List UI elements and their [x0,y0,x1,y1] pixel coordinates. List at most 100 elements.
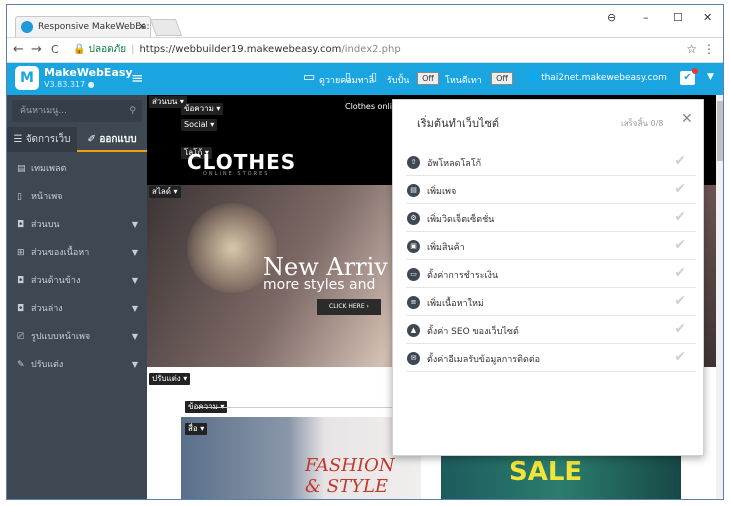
tab-bar: Responsive MakeWebEa: × ⊖ – ☐ ✕ [7,5,723,37]
url-host: https://webbuilder19.makewebeasy.com [139,44,342,55]
step-add-content[interactable]: ≡ เพิ่มเนื้อหาใหม่ ✔ [406,288,696,316]
chevron-down-icon: ▼ [131,360,138,369]
sidebar-item-customize[interactable]: ✎ ปรับแต่ง ▼ [7,351,147,379]
new-tab-button[interactable] [149,19,183,36]
sidebar-item-footer[interactable]: ◘ ส่วนล่าง ▼ [7,295,147,323]
seo-icon: ▲ [407,324,420,337]
hero-subtitle: more styles and [263,277,376,293]
sidebar-search-input[interactable]: ค้นหาเมนู... ⚲ [12,100,142,122]
tab-title: Responsive MakeWebEa: [38,22,150,32]
close-window-button[interactable]: ✕ [703,11,712,24]
checkmark-icon: ✔ [674,321,686,337]
step-seo-settings[interactable]: ▲ ตั้งค่า SEO ของเว็บไซต์ ✔ [406,316,696,344]
media-widget-chip[interactable]: สื่อ ▾ [185,423,208,435]
makewebeasy-logo-icon: M [15,66,39,90]
hero-cta-button[interactable]: CLICK HERE › [317,299,381,315]
maximize-button[interactable]: ☐ [673,11,683,24]
step-label: ตั้งค่าอีเมลรับข้อมูลการติดต่อ [427,355,541,365]
step-label: เพิ่มเพจ [427,187,457,197]
content-icon: ⊞ [17,248,25,258]
step-label: อัพโหลดโลโก้ [427,159,482,169]
bookmark-star-icon[interactable]: ☆ [686,42,697,56]
chevron-down-icon: ▼ [131,248,138,257]
page-scrollbar[interactable] [716,95,723,499]
sidebar-item-side[interactable]: ◘ ส่วนด้านข้าง ▼ [7,267,147,295]
scrollbar-thumb[interactable] [717,101,723,161]
text-widget-chip[interactable]: ข้อความ ▾ [181,103,224,115]
site-subtitle: ONLINE STORES [203,171,270,177]
getting-started-panel: เริ่มต้นทำเว็บไซต์ เสร็จสิ้น 0/8 ✕ ⇧ อัพโ… [392,99,704,456]
publish-label: รับปั้น [387,76,410,86]
secure-label: ปลอดภัย [88,44,127,55]
slide-section-chip[interactable]: สไลด์ ▾ [149,186,181,198]
tab-label: จัดการเว็บ [25,134,71,145]
notification-dot [692,68,698,74]
list-icon: ≡ [407,296,420,309]
domain-text: thai2net.makewebeasy.com [541,73,667,83]
checkmark-icon: ✔ [674,153,686,169]
checkmark-icon: ✔ [674,349,686,365]
reload-button[interactable]: C [51,43,59,57]
sidebar-item-page[interactable]: ▯ หน้าเพจ [7,183,147,211]
template-icon: ▤ [17,164,26,174]
tab-close-icon[interactable]: × [138,17,146,37]
favicon-icon [21,21,33,33]
browser-menu-icon[interactable]: ⋮ [703,42,715,56]
promo-fashion-line1: FASHION [305,455,395,476]
step-email-settings[interactable]: ✉ ตั้งค่าอีเมลรับข้อมูลการติดต่อ ✔ [406,344,696,372]
chevron-down-icon: ▼ [131,220,138,229]
progress-label: เสร็จสิ้น 0/8 [621,119,664,128]
step-upload-logo[interactable]: ⇧ อัพโหลดโลโก้ ✔ [406,148,696,176]
checkmark-icon: ✔ [674,293,686,309]
tab-label: ออกแบบ [99,134,137,145]
back-button[interactable]: ← [13,43,24,57]
payment-icon: ▭ [407,268,420,281]
step-label: ตั้งค่า SEO ของเว็บไซต์ [427,327,519,337]
mobile-icon[interactable]: ▯ [371,70,377,83]
promo-fashion-line2: & STYLE [305,476,389,497]
step-payment-settings[interactable]: ▭ ตั้งค่าการชำระเงิน ✔ [406,260,696,288]
sidebar-item-label: ส่วนล่าง [31,304,63,314]
theme-toggle[interactable]: Off [491,72,513,85]
checkmark-icon: ✔ [674,237,686,253]
layout-icon: ⎚ [17,332,25,342]
chevron-down-icon[interactable]: ▼ [707,72,714,82]
fashion-promo-image[interactable]: FASHION & STYLE [181,417,421,499]
theme-label: โหนดีเทา [445,76,482,86]
forward-button[interactable]: → [31,43,42,57]
search-icon: ⚲ [129,106,136,116]
promo-sale-text: SALE [509,457,583,487]
step-add-product[interactable]: ▣ เพิ่มสินค้า ✔ [406,232,696,260]
social-widget-chip[interactable]: Social ▾ [181,119,218,131]
minimize-button[interactable]: – [643,11,649,24]
step-add-widget[interactable]: ⚙ เพิ่มวิดเจ็ตเซ็ตชั่น ✔ [406,204,696,232]
tab-manage-site[interactable]: ☰ จัดการเว็บ [7,127,77,152]
sidebar-item-label: ส่วนของเนื้อหา [31,248,90,258]
sidebar-item-layout[interactable]: ⎚ รูปแบบหน้าเพจ ▼ [7,323,147,351]
publish-toggle[interactable]: Off [417,72,439,85]
url-path: /index2.php [341,44,401,55]
checklist-notification-icon[interactable]: ✔ [680,68,698,85]
brush-icon: ✐ [87,134,100,145]
tablet-icon[interactable]: ▯ [345,70,351,83]
customize-section-chip[interactable]: ปรับแต่ง ▾ [149,373,191,385]
step-add-page[interactable]: ▤ เพิ่มเพจ ✔ [406,176,696,204]
sidebar-item-header[interactable]: ◘ ส่วนบน ▼ [7,211,147,239]
list-icon: ☰ [13,134,26,145]
hamburger-menu-icon[interactable]: ≡ [131,69,144,87]
tab-design[interactable]: ✐ ออกแบบ [77,127,147,152]
step-label: เพิ่มสินค้า [427,243,465,253]
sidebar-item-template[interactable]: ▤ เทมเพลต [7,155,147,183]
close-icon[interactable]: ✕ [681,111,693,127]
browser-window: Responsive MakeWebEa: × ⊖ – ☐ ✕ ← → C 🔒 … [6,4,724,500]
domain-link[interactable]: 🌐 thai2net.makewebeasy.com [527,73,667,83]
checkmark-icon: ✔ [674,181,686,197]
browser-tab[interactable]: Responsive MakeWebEa: × [15,16,151,37]
brand-name: MakeWebEasy [44,66,133,79]
upload-icon: ⇧ [407,156,420,169]
cart-icon: ▣ [407,240,420,253]
url-field[interactable]: 🔒 ปลอดภัย | https://webbuilder19.makewebea… [73,43,401,57]
account-icon[interactable]: ⊖ [607,11,616,24]
sidebar-item-content[interactable]: ⊞ ส่วนของเนื้อหา ▼ [7,239,147,267]
desktop-icon[interactable]: ▭ [303,70,315,85]
